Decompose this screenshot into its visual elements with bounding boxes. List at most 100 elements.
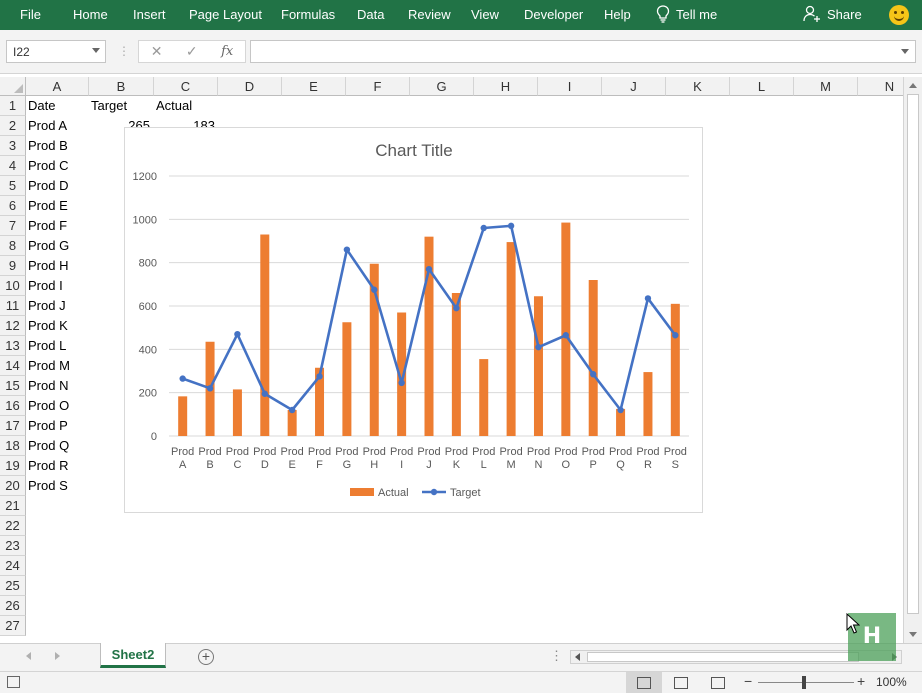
cell-a8[interactable]: Prod G [26, 236, 69, 256]
column-header-i[interactable]: I [538, 77, 602, 96]
zoom-level[interactable]: 100% [876, 675, 907, 689]
formula-input[interactable] [250, 40, 916, 63]
cell-a9[interactable]: Prod H [26, 256, 68, 276]
next-sheet-icon[interactable] [55, 652, 60, 660]
cell-a18[interactable]: Prod Q [26, 436, 69, 456]
tab-formulas[interactable]: Formulas [281, 7, 335, 22]
row-header-20[interactable]: 20 [0, 476, 26, 496]
zoom-in-icon[interactable]: + [857, 673, 865, 689]
tab-data[interactable]: Data [357, 7, 384, 22]
add-sheet-icon[interactable]: + [198, 649, 214, 665]
tab-developer[interactable]: Developer [524, 7, 583, 22]
column-header-g[interactable]: G [410, 77, 474, 96]
cell-a13[interactable]: Prod L [26, 336, 66, 356]
column-header-d[interactable]: D [218, 77, 282, 96]
row-header-25[interactable]: 25 [0, 576, 26, 596]
name-box[interactable]: I22 [6, 40, 106, 63]
cell-a1[interactable]: Date [26, 96, 55, 116]
scroll-left-icon[interactable] [575, 653, 580, 661]
tell-me-search[interactable]: Tell me [656, 5, 717, 23]
cell-b1[interactable]: Target [89, 96, 127, 116]
page-break-view-button[interactable] [700, 672, 736, 693]
chevron-down-icon[interactable] [92, 48, 100, 53]
cell-a11[interactable]: Prod J [26, 296, 66, 316]
row-header-24[interactable]: 24 [0, 556, 26, 576]
tab-page-layout[interactable]: Page Layout [189, 7, 262, 22]
prev-sheet-icon[interactable] [26, 652, 31, 660]
tab-view[interactable]: View [471, 7, 499, 22]
share-button[interactable]: Share [803, 5, 862, 23]
scroll-up-icon[interactable] [909, 83, 917, 88]
row-header-23[interactable]: 23 [0, 536, 26, 556]
tab-home[interactable]: Home [73, 7, 108, 22]
smiley-feedback-icon[interactable] [889, 5, 909, 25]
enter-check-icon[interactable]: ✓ [186, 43, 198, 60]
row-header-13[interactable]: 13 [0, 336, 26, 356]
cell-a5[interactable]: Prod D [26, 176, 68, 196]
column-header-l[interactable]: L [730, 77, 794, 96]
row-header-8[interactable]: 8 [0, 236, 26, 256]
row-header-10[interactable]: 10 [0, 276, 26, 296]
zoom-slider-knob[interactable] [802, 676, 806, 689]
row-header-6[interactable]: 6 [0, 196, 26, 216]
column-header-m[interactable]: M [794, 77, 858, 96]
vertical-scrollbar[interactable] [903, 77, 922, 643]
row-header-22[interactable]: 22 [0, 516, 26, 536]
row-header-14[interactable]: 14 [0, 356, 26, 376]
cell-a20[interactable]: Prod S [26, 476, 68, 496]
drag-handle-icon[interactable]: ⋮ [118, 44, 130, 58]
tab-insert[interactable]: Insert [133, 7, 166, 22]
select-all-corner[interactable] [0, 77, 26, 96]
column-header-b[interactable]: B [89, 77, 154, 96]
column-header-f[interactable]: F [346, 77, 410, 96]
page-layout-view-button[interactable] [663, 672, 699, 693]
row-header-12[interactable]: 12 [0, 316, 26, 336]
cell-a3[interactable]: Prod B [26, 136, 68, 156]
row-header-19[interactable]: 19 [0, 456, 26, 476]
row-header-9[interactable]: 9 [0, 256, 26, 276]
normal-view-button[interactable] [626, 672, 662, 693]
scroll-down-icon[interactable] [909, 632, 917, 637]
cell-a7[interactable]: Prod F [26, 216, 67, 236]
column-header-e[interactable]: E [282, 77, 346, 96]
cell-a15[interactable]: Prod N [26, 376, 68, 396]
column-header-h[interactable]: H [474, 77, 538, 96]
cell-a16[interactable]: Prod O [26, 396, 69, 416]
column-header-j[interactable]: J [602, 77, 666, 96]
split-handle-icon[interactable]: ⋮ [550, 648, 563, 664]
cell-a2[interactable]: Prod A [26, 116, 67, 136]
row-header-17[interactable]: 17 [0, 416, 26, 436]
row-header-4[interactable]: 4 [0, 156, 26, 176]
row-header-27[interactable]: 27 [0, 616, 26, 636]
macro-record-icon[interactable] [7, 676, 20, 688]
zoom-slider-track[interactable] [758, 682, 854, 683]
sheet-tab-active[interactable]: Sheet2 [100, 643, 166, 668]
column-header-k[interactable]: K [666, 77, 730, 96]
expand-formula-icon[interactable] [901, 49, 909, 54]
row-header-26[interactable]: 26 [0, 596, 26, 616]
row-header-15[interactable]: 15 [0, 376, 26, 396]
cancel-icon[interactable]: ✕ [151, 43, 163, 60]
insert-function-icon[interactable]: fx [221, 44, 233, 59]
cell-a17[interactable]: Prod P [26, 416, 68, 436]
column-header-a[interactable]: A [26, 77, 89, 96]
row-header-16[interactable]: 16 [0, 396, 26, 416]
cell-a14[interactable]: Prod M [26, 356, 70, 376]
row-header-21[interactable]: 21 [0, 496, 26, 516]
cell-c1[interactable]: Actual [154, 96, 192, 116]
combo-chart[interactable]: Chart Title 0 200 400 600 800 1000 1200 Prod A Pro… [124, 127, 703, 513]
cell-a10[interactable]: Prod I [26, 276, 63, 296]
cell-a6[interactable]: Prod E [26, 196, 68, 216]
cell-a12[interactable]: Prod K [26, 316, 68, 336]
zoom-out-icon[interactable]: − [744, 673, 752, 689]
row-header-7[interactable]: 7 [0, 216, 26, 236]
cell-a4[interactable]: Prod C [26, 156, 68, 176]
column-header-c[interactable]: C [154, 77, 218, 96]
row-header-5[interactable]: 5 [0, 176, 26, 196]
tab-file[interactable]: File [20, 7, 41, 22]
tab-review[interactable]: Review [408, 7, 451, 22]
row-header-2[interactable]: 2 [0, 116, 26, 136]
row-header-11[interactable]: 11 [0, 296, 26, 316]
row-header-1[interactable]: 1 [0, 96, 26, 116]
horizontal-scroll-thumb[interactable] [587, 652, 859, 662]
